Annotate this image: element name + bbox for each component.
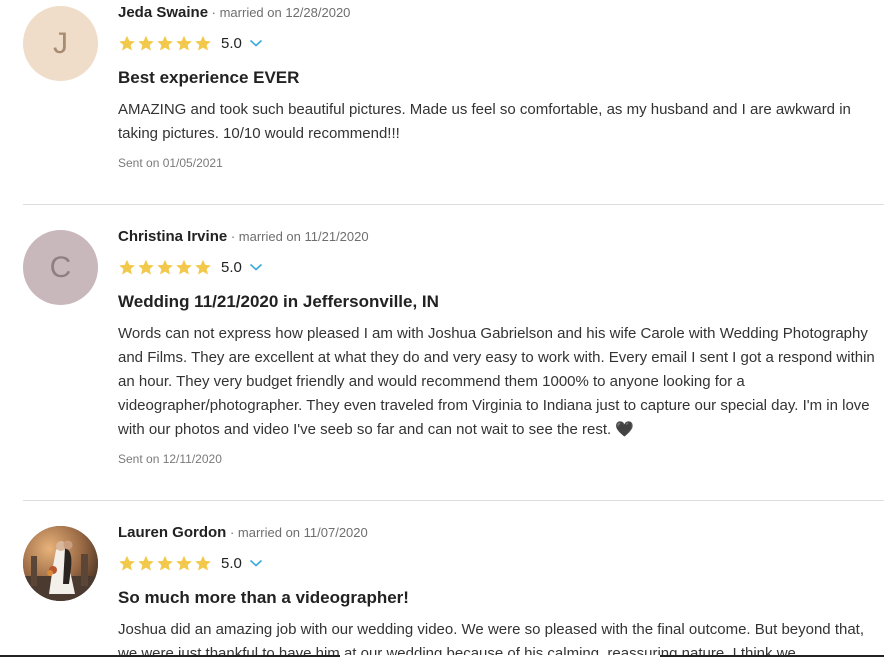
star-icon	[195, 259, 211, 275]
review-body: Joshua did an amazing job with our weddi…	[118, 621, 865, 657]
avatar: J	[23, 6, 98, 81]
star-icon	[138, 35, 154, 51]
rating-value: 5.0	[221, 554, 242, 572]
divider	[23, 500, 884, 501]
divider	[23, 204, 884, 205]
chevron-down-icon[interactable]	[249, 38, 263, 48]
rating-value: 5.0	[221, 258, 242, 276]
star-icon	[138, 259, 154, 275]
review-title: Best experience EVER	[118, 68, 300, 87]
review-body: Words can not express how pleased I am w…	[118, 325, 875, 438]
reviewer-name: Jeda Swaine	[118, 4, 209, 21]
sent-date: Sent on 01/05/2021	[118, 156, 223, 170]
married-date: · married on 11/07/2020	[226, 525, 368, 540]
chevron-down-icon[interactable]	[249, 262, 263, 272]
star-icon	[157, 35, 173, 51]
star-icon	[195, 555, 211, 571]
rating-value: 5.0	[221, 34, 242, 52]
married-date: · married on 11/21/2020	[227, 229, 369, 244]
star-icon	[176, 259, 192, 275]
star-icon	[119, 555, 135, 571]
rating-row: 5.0	[118, 32, 878, 54]
star-icon	[119, 259, 135, 275]
review-title: So much more than a videographer!	[118, 588, 409, 607]
avatar: C	[23, 230, 98, 305]
star-icon	[138, 555, 154, 571]
star-rating	[118, 259, 212, 276]
rating-row: 5.0	[118, 552, 878, 574]
reviewer-header: Lauren Gordon · married on 11/07/2020	[118, 523, 878, 543]
chevron-down-icon[interactable]	[249, 558, 263, 568]
star-icon	[195, 35, 211, 51]
star-icon	[119, 35, 135, 51]
star-rating	[118, 555, 212, 572]
sent-date: Sent on 12/11/2020	[118, 452, 222, 466]
married-date: · married on 12/28/2020	[208, 5, 351, 20]
star-icon	[176, 35, 192, 51]
star-icon	[157, 259, 173, 275]
star-icon	[176, 555, 192, 571]
reviewer-name: Lauren Gordon	[118, 524, 227, 541]
star-rating	[118, 35, 212, 52]
review-body: AMAZING and took such beautiful pictures…	[118, 101, 851, 142]
reviewer-header: Christina Irvine · married on 11/21/2020	[118, 227, 878, 247]
avatar	[23, 526, 98, 601]
avatar-photo	[23, 526, 98, 601]
rating-row: 5.0	[118, 256, 878, 278]
reviewer-name: Christina Irvine	[118, 228, 228, 245]
star-icon	[157, 555, 173, 571]
reviewer-header: Jeda Swaine · married on 12/28/2020	[118, 3, 878, 23]
review-title: Wedding 11/21/2020 in Jeffersonville, IN	[118, 292, 439, 311]
